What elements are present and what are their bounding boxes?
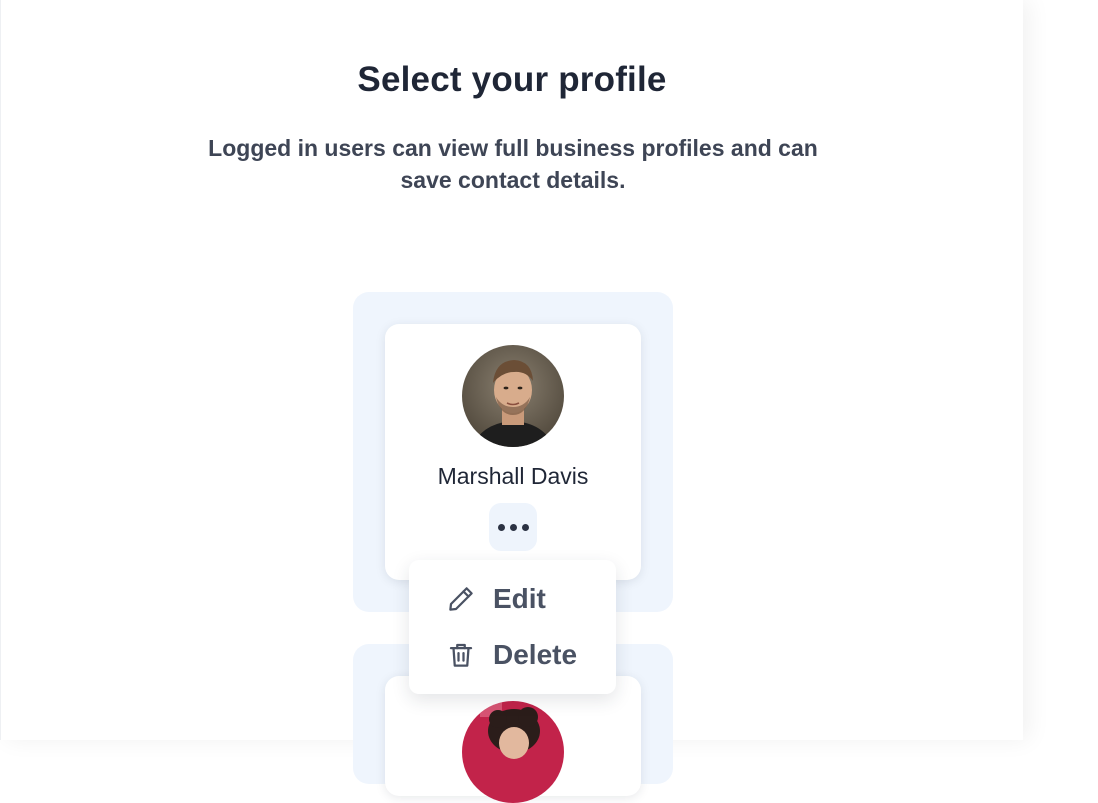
profile-card[interactable]: Marshall Davis — [385, 324, 641, 580]
menu-item-label: Delete — [493, 639, 578, 670]
menu-item-delete[interactable]: Delete — [409, 631, 616, 679]
avatar — [462, 701, 564, 803]
more-options-button[interactable] — [489, 503, 537, 551]
menu-item-label: Edit — [493, 583, 546, 614]
menu-item-edit[interactable]: Edit — [409, 575, 616, 623]
pencil-icon — [445, 583, 477, 615]
avatar — [462, 345, 564, 447]
profile-name: Marshall Davis — [437, 463, 589, 489]
more-horizontal-icon — [521, 523, 529, 531]
page: Select your profile Logged in users can … — [0, 0, 1098, 803]
page-subtitle: Logged in users can view full business p… — [208, 135, 818, 193]
profile-card[interactable] — [385, 676, 641, 803]
profile-selection-panel: Select your profile Logged in users can … — [0, 0, 1023, 803]
more-horizontal-icon — [497, 523, 505, 531]
profile-options-menu: Edit Delete — [409, 560, 616, 694]
more-horizontal-icon — [509, 523, 517, 531]
page-title: Select your profile — [357, 60, 667, 99]
trash-icon — [445, 639, 477, 671]
